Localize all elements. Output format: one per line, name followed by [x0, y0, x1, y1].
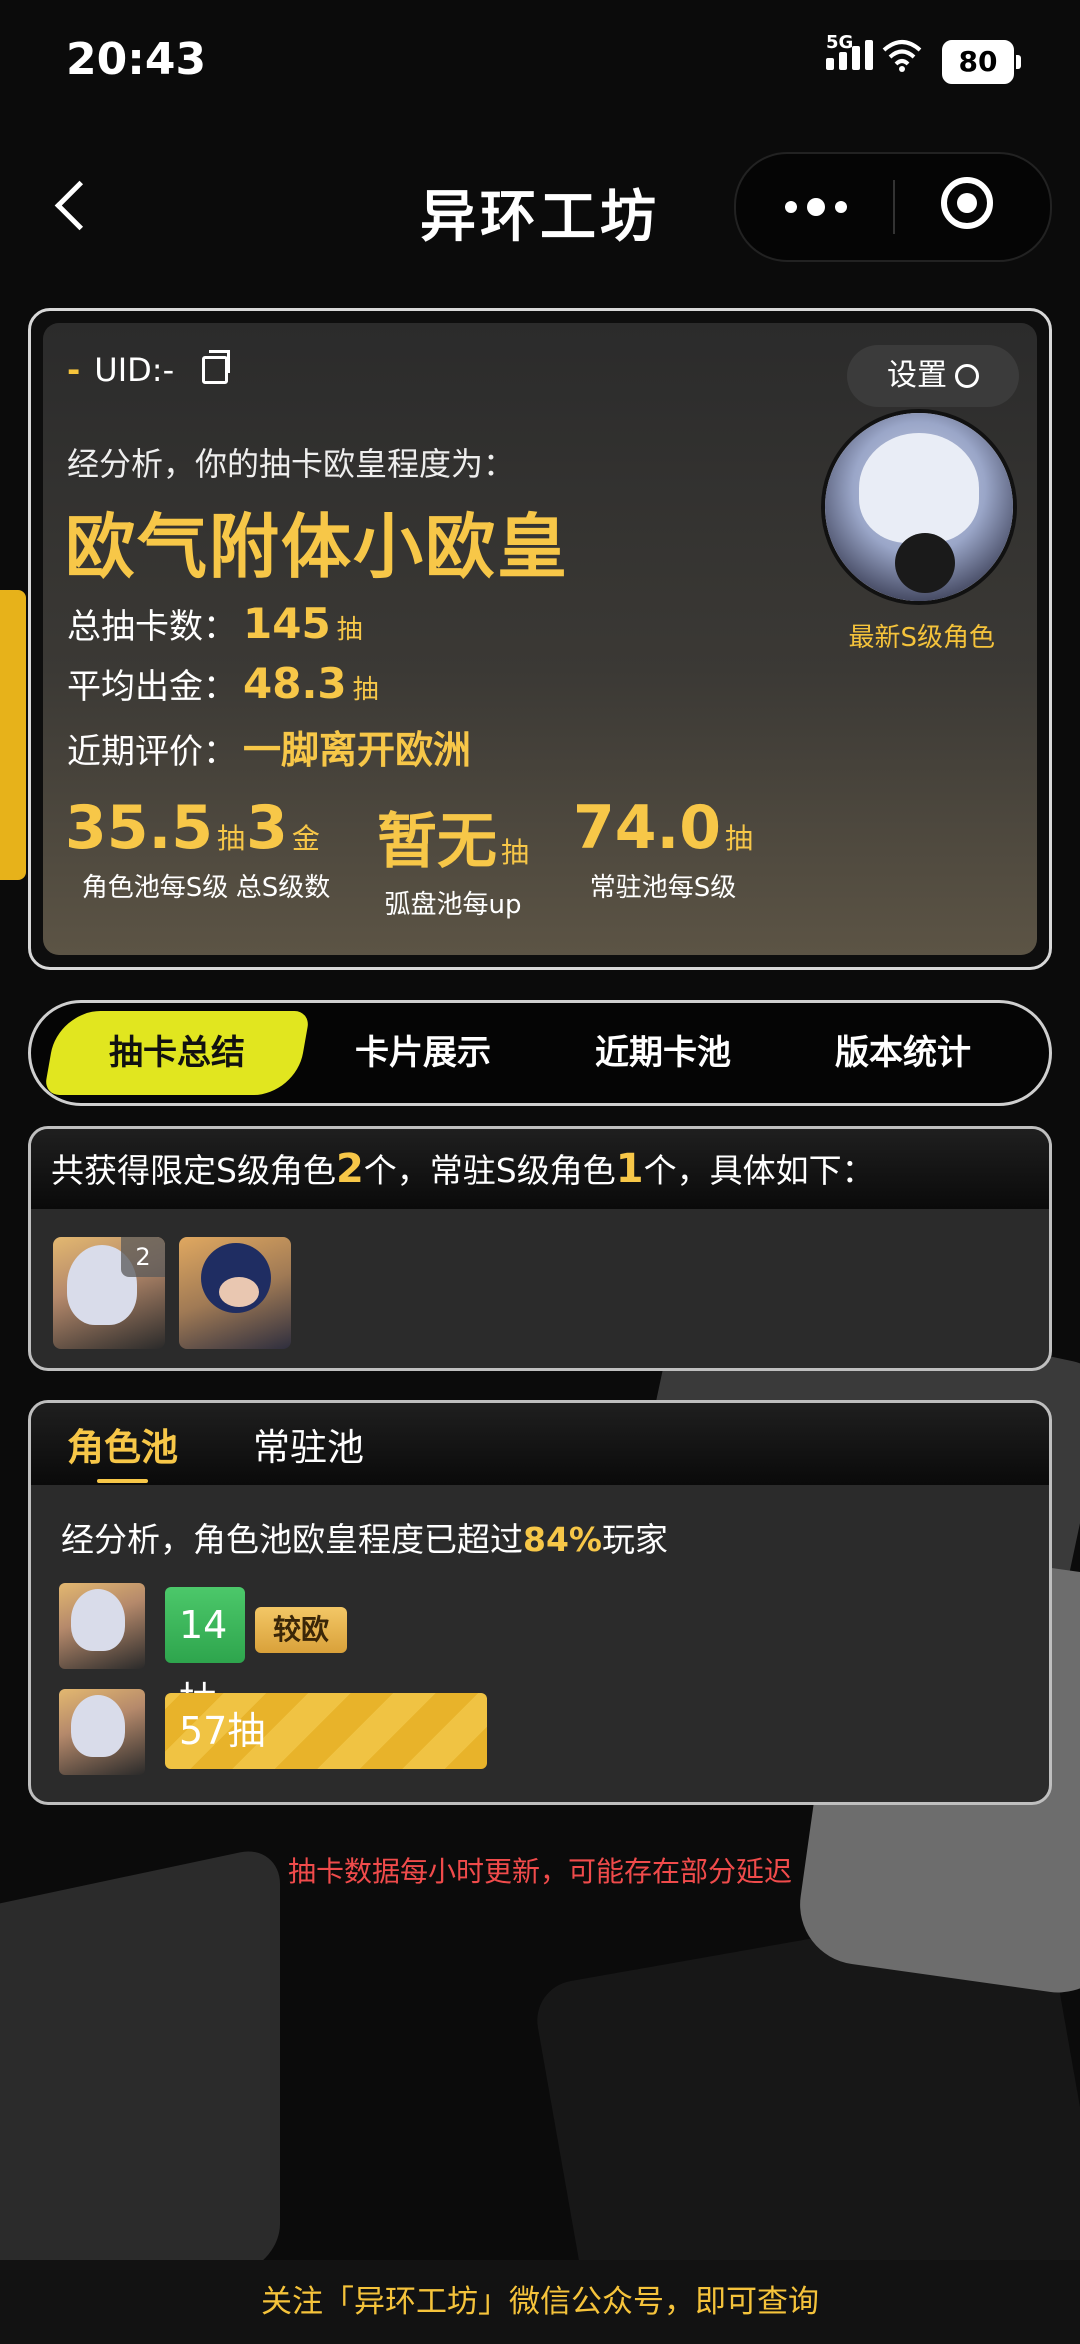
uid-dash: -: [67, 351, 81, 389]
pool-desc: 经分析，角色池欧皇程度已超过: [61, 1520, 523, 1559]
uid-row: - UID:-: [67, 350, 231, 389]
metric-value: 暂无: [376, 807, 497, 877]
owned-summary: 共获得限定S级角色2个，常驻S级角色1个，具体如下：: [31, 1129, 1049, 1209]
tab-summary[interactable]: 抽卡总结: [43, 1011, 311, 1095]
stat-unit: 抽: [352, 675, 379, 705]
footer-follow-banner[interactable]: 关注「异环工坊」微信公众号，即可查询: [0, 2260, 1080, 2344]
stat-value: 48.3: [243, 659, 347, 708]
rank-title: 欧气附体小欧皇: [65, 506, 569, 588]
pool-desc: 玩家: [602, 1520, 668, 1559]
metric-standard-pool: 74.0 抽 常驻池每S级: [563, 793, 763, 904]
uid-label: UID:-: [94, 351, 175, 389]
stat-average-gold: 平均出金： 48.3 抽: [67, 659, 379, 708]
pool-analysis-text: 经分析，角色池欧皇程度已超过84%玩家: [61, 1513, 668, 1561]
stat-unit: 抽: [336, 615, 363, 645]
tab-version-stats[interactable]: 版本统计: [783, 1011, 1023, 1095]
bg-accent-strip: [0, 590, 26, 880]
owned-characters-card: 共获得限定S级角色2个，常驻S级角色1个，具体如下： 2: [28, 1126, 1052, 1371]
character-list: 2: [53, 1237, 291, 1349]
status-time: 20:43: [66, 34, 207, 85]
character-thumbnail[interactable]: [59, 1583, 145, 1669]
tab-standard-pool[interactable]: 常驻池: [253, 1417, 364, 1471]
latest-s-character-avatar[interactable]: [821, 409, 1017, 605]
close-target-button[interactable]: [941, 177, 993, 229]
metric-unit: 抽: [500, 836, 529, 869]
luck-tag: 较欧: [255, 1607, 348, 1653]
network-type: 5G: [826, 32, 854, 53]
character-thumbnail[interactable]: 2: [53, 1237, 165, 1349]
mini-program-capsule: [734, 152, 1052, 262]
owned-text: 个，常驻S级角色: [363, 1151, 616, 1190]
tab-role-pool[interactable]: 角色池: [67, 1417, 178, 1483]
stat-label: 近期评价：: [67, 732, 237, 772]
pull-count-bar: 14抽: [165, 1587, 245, 1723]
stat-value: 一脚离开欧洲: [243, 728, 472, 772]
metric-unit: 金: [291, 822, 320, 855]
metric-value: 35.5: [64, 793, 214, 863]
stat-recent-rating: 近期评价： 一脚离开欧洲: [67, 719, 471, 774]
character-count-badge: 2: [121, 1237, 165, 1277]
update-notice: 抽卡数据每小时更新，可能存在部分延迟: [287, 1855, 792, 1888]
more-button[interactable]: [776, 184, 856, 230]
tab-label: 抽卡总结: [109, 1033, 245, 1073]
metric-value: 3: [246, 793, 288, 863]
section-tab-bar: 抽卡总结 卡片展示 近期卡池 版本统计: [28, 1000, 1052, 1106]
pool-tab-header: 角色池 常驻池: [31, 1403, 1049, 1485]
status-bar: 20:43 5G 80: [0, 0, 1080, 120]
battery-icon: 80: [942, 40, 1021, 84]
owned-text: 个，具体如下：: [643, 1151, 875, 1190]
avatar-caption: 最新S级角色: [848, 623, 995, 653]
pull-count-bar: 57抽: [165, 1693, 487, 1769]
standard-count: 1: [615, 1146, 644, 1192]
settings-button[interactable]: 设置: [847, 345, 1019, 407]
metric-unit: 抽: [725, 822, 754, 855]
more-dots-icon: [785, 201, 797, 213]
stat-label: 总抽卡数：: [67, 607, 237, 647]
copy-icon[interactable]: [202, 350, 231, 384]
metric-value: 74.0: [572, 793, 722, 863]
pull-row: 57抽: [59, 1689, 1019, 1775]
metric-label: 常驻池每S级: [589, 873, 737, 903]
character-thumbnail[interactable]: [179, 1237, 291, 1349]
wifi-icon: [882, 38, 922, 79]
limited-count: 2: [335, 1146, 364, 1192]
pool-analysis-card: 角色池 常驻池 经分析，角色池欧皇程度已超过84%玩家 14抽 较欧 57抽: [28, 1400, 1052, 1805]
nav-bar: 异环工坊: [0, 150, 1080, 262]
profile-card: - UID:- 设置 经分析，你的抽卡欧皇程度为： 欧气附体小欧皇 总抽卡数： …: [28, 308, 1052, 970]
metric-arc-pool: 暂无抽 弧盘池每up: [343, 793, 563, 921]
pool-percent: 84%: [523, 1520, 602, 1559]
tab-card-display[interactable]: 卡片展示: [303, 1011, 543, 1095]
analysis-intro: 经分析，你的抽卡欧皇程度为：: [67, 445, 516, 483]
stat-total-pulls: 总抽卡数： 145 抽: [67, 599, 363, 648]
cellular-signal-icon: 5G: [826, 32, 873, 70]
character-thumbnail[interactable]: [59, 1689, 145, 1775]
profile-card-inner: - UID:- 设置 经分析，你的抽卡欧皇程度为： 欧气附体小欧皇 总抽卡数： …: [43, 323, 1037, 955]
capsule-divider: [893, 180, 895, 234]
stat-value: 145: [243, 599, 331, 648]
owned-text: 共获得限定S级角色: [51, 1151, 336, 1190]
pull-row: 14抽 较欧: [59, 1583, 1019, 1723]
tab-recent-pools[interactable]: 近期卡池: [543, 1011, 783, 1095]
settings-label: 设置: [887, 358, 947, 393]
gear-icon: [955, 364, 979, 388]
metrics-row: 35.5 抽 角色池每S级 3金 总S级数 暂无抽 弧盘池每up 74.0 抽 常驻…: [43, 793, 1037, 933]
stat-label: 平均出金：: [67, 667, 237, 707]
metric-label: 弧盘池每up: [384, 890, 522, 920]
